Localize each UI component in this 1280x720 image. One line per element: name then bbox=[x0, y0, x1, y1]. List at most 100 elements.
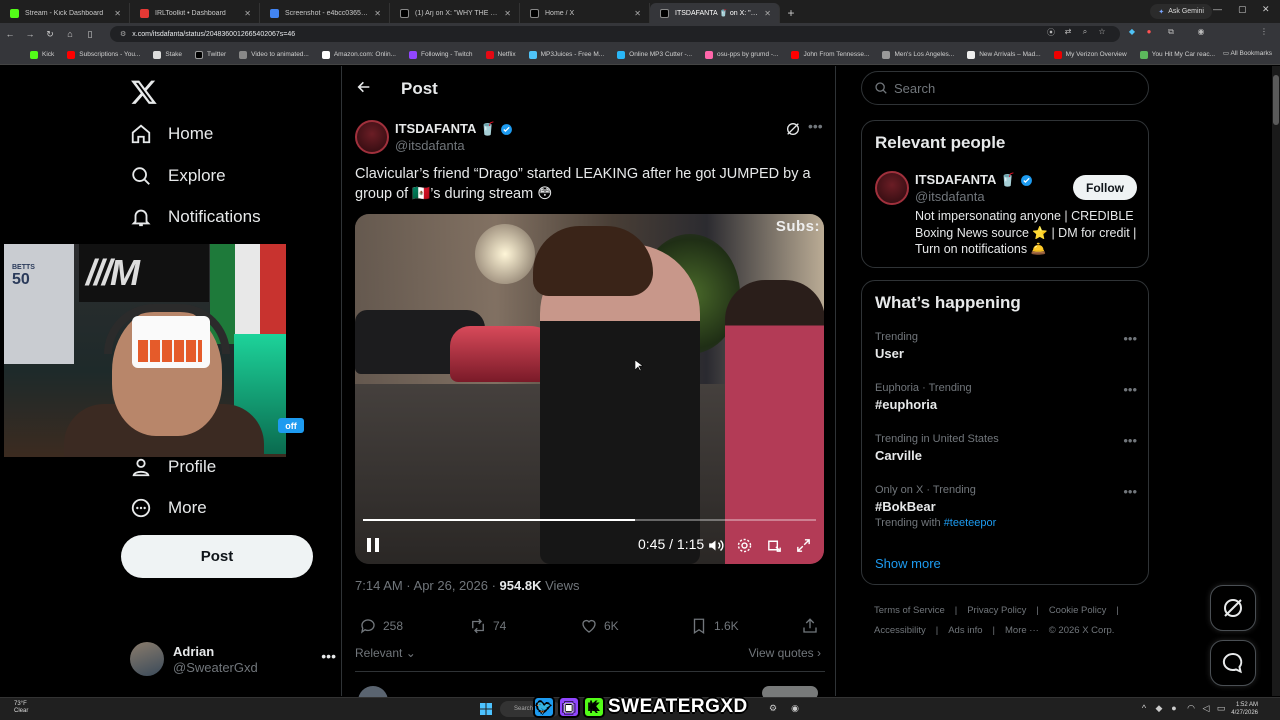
volume-icon[interactable]: ◁ bbox=[1200, 703, 1212, 715]
nav-more[interactable]: More bbox=[130, 493, 207, 523]
bookmark-item[interactable]: Kick bbox=[30, 50, 54, 59]
taskbar-clock[interactable]: 1:52 AM 4/27/2026 bbox=[1231, 701, 1258, 717]
close-tab-icon[interactable]: ✕ bbox=[504, 9, 511, 18]
tray-app-icon[interactable]: ◆ bbox=[1153, 703, 1165, 715]
home-icon[interactable]: ⌂ bbox=[60, 29, 80, 39]
scrollbar-thumb[interactable] bbox=[1273, 75, 1279, 125]
sidebar-icon[interactable]: ▯ bbox=[80, 29, 100, 40]
tray-chevron-icon[interactable]: ^ bbox=[1138, 703, 1150, 715]
reply-button[interactable]: 258 bbox=[359, 617, 403, 635]
more-dots-icon[interactable]: ••• bbox=[1123, 484, 1137, 499]
person-handle[interactable]: @itsdafanta bbox=[915, 189, 985, 204]
bookmark-item[interactable]: osu-pps by grumd -... bbox=[705, 50, 778, 59]
author-avatar[interactable] bbox=[355, 120, 389, 154]
search-input[interactable]: Search bbox=[861, 71, 1149, 105]
close-window-icon[interactable]: ✕ bbox=[1262, 4, 1270, 15]
settings-gear-icon[interactable]: ⚙ bbox=[767, 703, 779, 715]
post-button[interactable]: Post bbox=[121, 535, 313, 578]
grok-button[interactable] bbox=[1210, 585, 1256, 631]
ask-gemini-button[interactable]: ✦ Ask Gemini bbox=[1150, 4, 1212, 19]
address-bar[interactable]: ⚙ x.com/itsdafanta/status/204836001266540… bbox=[110, 26, 1120, 42]
more-dots-icon[interactable]: ••• bbox=[1123, 433, 1137, 448]
footer-link[interactable]: Ads info bbox=[948, 625, 982, 636]
minimize-icon[interactable]: — bbox=[1213, 4, 1222, 14]
footer-link[interactable]: More ··· bbox=[1005, 625, 1039, 636]
video-player[interactable]: Subs: 0:45 / 1:15 bbox=[355, 214, 824, 564]
extension-icon[interactable]: ● bbox=[1143, 27, 1155, 39]
trending-with-link[interactable]: #teeteepor bbox=[944, 517, 997, 529]
browser-tab[interactable]: Stream - Kick Dashboard ✕ bbox=[0, 3, 130, 23]
bookmark-item[interactable]: John From Tennesse... bbox=[791, 50, 869, 59]
tray-app-icon[interactable]: ● bbox=[1168, 703, 1180, 715]
footer-link[interactable]: Accessibility bbox=[874, 625, 926, 636]
close-tab-icon[interactable]: ✕ bbox=[374, 9, 381, 18]
footer-link[interactable]: Terms of Service bbox=[874, 605, 945, 616]
chrome-icon[interactable]: ◉ bbox=[789, 703, 801, 715]
more-dots-icon[interactable]: ••• bbox=[1123, 331, 1137, 346]
battery-icon[interactable]: ▭ bbox=[1215, 703, 1227, 715]
bookmark-item[interactable]: Video to animated... bbox=[239, 50, 309, 59]
video-progress-bar[interactable] bbox=[363, 519, 816, 521]
view-quotes-link[interactable]: View quotes › bbox=[749, 646, 822, 660]
site-info-icon[interactable]: ⚙ bbox=[120, 30, 126, 38]
grok-icon[interactable] bbox=[785, 121, 801, 137]
zoom-icon[interactable]: ⌕ bbox=[1079, 27, 1091, 39]
browser-tab-active[interactable]: ITSDAFANTA 🥤 on X: "Cla... ✕ bbox=[650, 3, 780, 23]
extensions-puzzle-icon[interactable]: ⧉ bbox=[1165, 27, 1177, 39]
translate-icon[interactable]: ⇄ bbox=[1062, 27, 1074, 39]
picture-in-picture-icon[interactable] bbox=[766, 537, 783, 554]
maximize-icon[interactable]: ▢ bbox=[1238, 4, 1247, 15]
nav-home[interactable]: Home bbox=[130, 119, 213, 149]
bookmark-item[interactable]: Stake bbox=[153, 50, 182, 59]
author-name[interactable]: ITSDAFANTA 🥤 bbox=[395, 121, 513, 137]
bookmark-item[interactable]: My Verizon Overview bbox=[1053, 50, 1127, 59]
page-scrollbar[interactable] bbox=[1272, 66, 1280, 696]
all-bookmarks-button[interactable]: ▭ All Bookmarks bbox=[1223, 49, 1272, 57]
trend-item[interactable]: Only on X · Trending #BokBear Trending w… bbox=[875, 484, 1137, 529]
pause-icon[interactable] bbox=[366, 537, 380, 553]
close-tab-icon[interactable]: ✕ bbox=[764, 9, 771, 18]
menu-icon[interactable]: ⋮ bbox=[1258, 27, 1270, 39]
profile-icon[interactable]: ◉ bbox=[1195, 27, 1207, 39]
close-tab-icon[interactable]: ✕ bbox=[634, 9, 641, 18]
account-switcher[interactable]: Adrian @SweaterGxd ••• bbox=[130, 642, 336, 678]
browser-tab[interactable]: Home / X ✕ bbox=[520, 3, 650, 23]
reply-sort-dropdown[interactable]: Relevant ⌄ bbox=[355, 646, 416, 660]
browser-tab[interactable]: IRLToolkit • Dashboard ✕ bbox=[130, 3, 260, 23]
messages-button[interactable] bbox=[1210, 640, 1256, 686]
trend-item[interactable]: Trending in United States Carville ••• bbox=[875, 433, 1137, 463]
windows-start-icon[interactable] bbox=[480, 703, 492, 715]
nav-notifications[interactable]: Notifications bbox=[130, 202, 261, 232]
bookmark-item[interactable]: MP3Juices - Free M... bbox=[528, 50, 604, 59]
bookmark-item[interactable]: Subscriptions - You... bbox=[67, 50, 140, 59]
volume-icon[interactable] bbox=[707, 537, 724, 554]
wifi-icon[interactable]: ◠ bbox=[1185, 703, 1197, 715]
trend-item[interactable]: Trending User ••• bbox=[875, 331, 1137, 361]
back-icon[interactable]: ← bbox=[0, 29, 20, 39]
new-tab-button[interactable]: + bbox=[780, 3, 802, 23]
avatar[interactable] bbox=[875, 171, 909, 205]
bookmark-star-icon[interactable]: ☆ bbox=[1096, 27, 1108, 39]
reload-icon[interactable]: ↻ bbox=[40, 29, 60, 40]
bookmark-item[interactable]: Online MP3 Cutter -... bbox=[617, 50, 692, 59]
show-more-link[interactable]: Show more bbox=[875, 556, 941, 571]
browser-tab[interactable]: Screenshot - e4bcc0365efb43...✕ bbox=[260, 3, 390, 23]
bookmark-item[interactable]: Men's Los Angeles... bbox=[882, 50, 954, 59]
like-button[interactable]: 6K bbox=[580, 617, 619, 635]
x-logo-icon[interactable] bbox=[130, 78, 158, 106]
person-name[interactable]: ITSDAFANTA 🥤 bbox=[915, 172, 1033, 188]
settings-gear-icon[interactable] bbox=[736, 537, 753, 554]
follow-button[interactable]: Follow bbox=[1073, 175, 1137, 200]
bookmark-button[interactable]: 1.6K bbox=[690, 617, 739, 635]
nav-explore[interactable]: Explore bbox=[130, 161, 226, 191]
author-handle[interactable]: @itsdafanta bbox=[395, 138, 465, 153]
footer-link[interactable]: Privacy Policy bbox=[967, 605, 1026, 616]
forward-icon[interactable]: → bbox=[20, 29, 40, 39]
trend-item[interactable]: Euphoria · Trending #euphoria ••• bbox=[875, 382, 1137, 412]
bookmark-item[interactable]: Following - Twitch bbox=[408, 50, 473, 59]
close-tab-icon[interactable]: ✕ bbox=[114, 9, 121, 18]
bookmark-item[interactable]: You Hit My Car reac... bbox=[1139, 50, 1215, 59]
more-dots-icon[interactable]: ••• bbox=[808, 118, 823, 134]
close-tab-icon[interactable]: ✕ bbox=[244, 9, 251, 18]
bookmark-item[interactable]: Amazon.com: Onlin... bbox=[321, 50, 396, 59]
